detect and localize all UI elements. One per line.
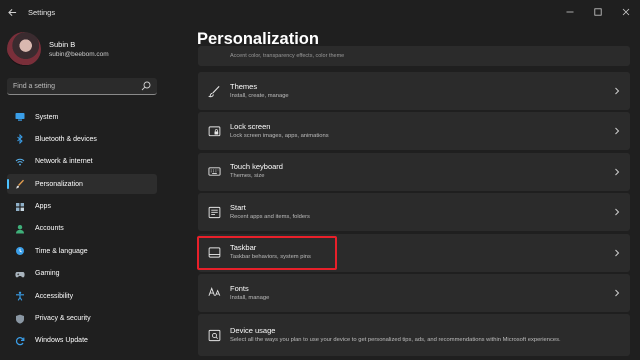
sidebar-item-label: Network & internet bbox=[35, 158, 93, 166]
chevron-right-icon bbox=[615, 128, 620, 135]
close-icon bbox=[622, 8, 630, 16]
title-bar: Settings bbox=[0, 0, 640, 24]
fonts-icon bbox=[207, 287, 220, 297]
sidebar-item-label: Accounts bbox=[35, 225, 64, 233]
taskbar-card[interactable]: Taskbar Taskbar behaviors, system pins bbox=[198, 233, 630, 272]
gamepad-icon bbox=[15, 271, 25, 278]
sidebar-item-windows-update[interactable]: Windows Update bbox=[7, 331, 157, 351]
chevron-right-icon bbox=[615, 249, 620, 256]
maximize-button[interactable] bbox=[584, 0, 612, 24]
card-title: Lock screen bbox=[230, 121, 271, 131]
sidebar: Subin B subin@beebom.com Find a setting … bbox=[0, 24, 168, 360]
chevron-right-icon bbox=[615, 87, 620, 95]
touch-keyboard-card[interactable]: Touch keyboard Themes, size bbox=[198, 152, 630, 191]
settings-cards: Themes Install, create, manage Lock scre… bbox=[198, 72, 630, 359]
search-placeholder: Find a setting bbox=[13, 82, 56, 90]
back-button[interactable] bbox=[0, 0, 24, 24]
sidebar-item-label: Accessibility bbox=[35, 292, 74, 300]
chevron-right-icon bbox=[615, 289, 620, 297]
avatar bbox=[7, 32, 41, 66]
sidebar-nav: System Bluetooth & devices Network & int… bbox=[7, 107, 157, 353]
card-title: Start bbox=[230, 202, 246, 212]
sidebar-item-accessibility[interactable]: Accessibility bbox=[7, 286, 157, 306]
search-input[interactable]: Find a setting bbox=[7, 78, 157, 95]
fonts-card[interactable]: Fonts Install, manage bbox=[198, 273, 630, 312]
search-icon bbox=[141, 81, 151, 91]
sidebar-item-label: Bluetooth & devices bbox=[35, 135, 97, 143]
card-title: Themes bbox=[230, 81, 258, 91]
sidebar-item-label: System bbox=[35, 113, 59, 121]
maximize-icon bbox=[594, 8, 602, 16]
chevron-right-icon bbox=[615, 168, 620, 176]
themes-card[interactable]: Themes Install, create, manage bbox=[198, 72, 630, 110]
sidebar-item-apps[interactable]: Apps bbox=[7, 197, 157, 217]
minimize-icon bbox=[566, 11, 574, 13]
start-card[interactable]: Start Recent apps and items, folders bbox=[198, 193, 630, 232]
monitor-icon bbox=[15, 113, 25, 121]
wifi-icon bbox=[15, 158, 25, 166]
card-title: Fonts bbox=[230, 283, 249, 293]
chevron-right-icon bbox=[615, 208, 620, 216]
profile-email: subin@beebom.com bbox=[49, 51, 109, 58]
sidebar-item-network[interactable]: Network & internet bbox=[7, 152, 157, 172]
device-usage-icon bbox=[208, 329, 220, 341]
app-title: Settings bbox=[28, 7, 56, 17]
sidebar-item-privacy-security[interactable]: Privacy & security bbox=[7, 309, 157, 329]
back-arrow-icon bbox=[7, 8, 16, 16]
sidebar-item-label: Privacy & security bbox=[35, 315, 91, 323]
colors-card-subtitle: Accent color, transparency effects, colo… bbox=[230, 53, 345, 59]
taskbar-icon bbox=[208, 247, 220, 258]
keyboard-icon bbox=[207, 167, 221, 176]
sidebar-item-label: Apps bbox=[35, 203, 51, 211]
profile-name: Subin B bbox=[49, 40, 76, 49]
lock-screen-icon bbox=[208, 126, 220, 137]
sidebar-item-label: Windows Update bbox=[35, 337, 88, 345]
bluetooth-icon bbox=[17, 134, 23, 145]
card-subtitle: Install, create, manage bbox=[230, 92, 289, 99]
person-icon bbox=[16, 224, 24, 234]
globe-clock-icon bbox=[16, 247, 24, 256]
device-usage-card[interactable]: Device usage Select all the ways you pla… bbox=[198, 314, 630, 357]
sidebar-item-label: Gaming bbox=[35, 270, 60, 278]
card-title: Touch keyboard bbox=[230, 162, 283, 172]
update-icon bbox=[15, 336, 25, 346]
lock-screen-card[interactable]: Lock screen Lock screen images, apps, an… bbox=[198, 112, 630, 151]
card-title: Taskbar bbox=[230, 243, 257, 253]
brush-icon bbox=[207, 85, 220, 97]
sidebar-item-bluetooth[interactable]: Bluetooth & devices bbox=[7, 129, 157, 149]
card-subtitle: Lock screen images, apps, animations bbox=[230, 132, 329, 139]
sidebar-item-accounts[interactable]: Accounts bbox=[7, 219, 157, 239]
card-subtitle: Install, manage bbox=[230, 294, 270, 301]
card-subtitle: Themes, size bbox=[230, 173, 265, 180]
sidebar-item-personalization[interactable]: Personalization bbox=[7, 174, 157, 195]
card-subtitle: Select all the ways you plan to use your… bbox=[230, 336, 561, 343]
apps-icon bbox=[16, 202, 24, 211]
sidebar-item-label: Personalization bbox=[35, 180, 83, 188]
sidebar-item-system[interactable]: System bbox=[7, 107, 157, 127]
sidebar-item-gaming[interactable]: Gaming bbox=[7, 264, 157, 284]
shield-icon bbox=[16, 314, 24, 324]
minimize-button[interactable] bbox=[556, 0, 584, 24]
brush-icon bbox=[15, 179, 25, 189]
sidebar-item-label: Time & language bbox=[35, 247, 88, 255]
accessibility-icon bbox=[16, 291, 24, 301]
card-subtitle: Taskbar behaviors, system pins bbox=[230, 254, 311, 261]
user-profile[interactable]: Subin B subin@beebom.com bbox=[7, 32, 109, 66]
card-subtitle: Recent apps and items, folders bbox=[230, 213, 310, 220]
sidebar-item-time-language[interactable]: Time & language bbox=[7, 241, 157, 261]
close-button[interactable] bbox=[612, 0, 640, 24]
start-icon bbox=[208, 206, 220, 218]
colors-card-partial[interactable]: Accent color, transparency effects, colo… bbox=[198, 46, 630, 66]
card-title: Device usage bbox=[230, 325, 276, 335]
